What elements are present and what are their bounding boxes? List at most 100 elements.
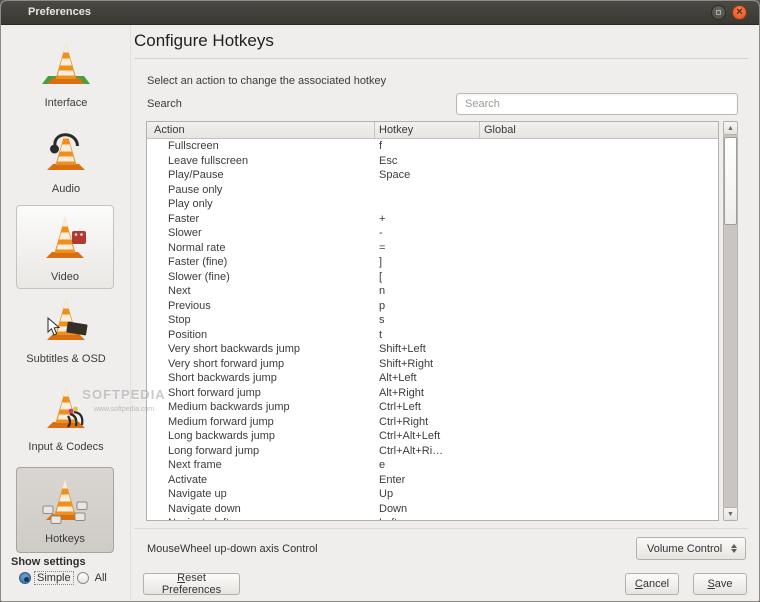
sidebar-item-label: Video <box>17 271 113 283</box>
table-row[interactable]: Next n <box>147 284 718 299</box>
table-row[interactable]: Activate Enter <box>147 473 718 488</box>
row-hotkey: [ <box>374 271 479 283</box>
row-hotkey: Enter <box>374 474 479 486</box>
row-action: Very short forward jump <box>147 358 374 370</box>
cancel-button[interactable]: Cancel <box>625 573 679 595</box>
table-row[interactable]: Next frame e <box>147 458 718 473</box>
close-button[interactable]: × <box>732 5 747 20</box>
sidebar-item-audio[interactable]: Audio <box>9 123 123 195</box>
table-row[interactable]: Pause only <box>147 183 718 198</box>
row-hotkey: Esc <box>374 155 479 167</box>
table-row[interactable]: Faster + <box>147 212 718 227</box>
radio-simple-icon <box>19 572 31 584</box>
sidebar: Interface <box>1 25 131 602</box>
row-hotkey: = <box>374 242 479 254</box>
row-hotkey: Ctrl+Alt+Ri… <box>374 445 479 457</box>
row-hotkey: s <box>374 314 479 326</box>
sidebar-item-interface[interactable]: Interface <box>9 37 123 109</box>
table-row[interactable]: Medium forward jump Ctrl+Right <box>147 415 718 430</box>
table-row[interactable]: Faster (fine) ] <box>147 255 718 270</box>
sidebar-item-input[interactable]: Input & Codecs <box>9 381 123 453</box>
reset-preferences-button[interactable]: Reset Preferences <box>143 573 240 595</box>
row-hotkey: n <box>374 285 479 297</box>
column-global[interactable]: Global <box>479 122 718 138</box>
sidebar-item-label: Input & Codecs <box>9 441 123 453</box>
table-row[interactable]: Play/Pause Space <box>147 168 718 183</box>
hotkeys-table: Action Hotkey Global Fullscreen f Leave … <box>146 121 719 521</box>
table-header[interactable]: Action Hotkey Global <box>147 122 718 139</box>
row-action: Leave fullscreen <box>147 155 374 167</box>
sidebar-item-label: Hotkeys <box>17 533 113 545</box>
row-action: Play only <box>147 198 374 210</box>
row-hotkey: Ctrl+Alt+Left <box>374 430 479 442</box>
row-action: Short forward jump <box>147 387 374 399</box>
row-hotkey: Alt+Right <box>374 387 479 399</box>
scroll-down-icon[interactable]: ▼ <box>723 507 738 521</box>
preferences-window: Preferences × <box>0 0 760 602</box>
close-icon: × <box>736 7 742 18</box>
table-row[interactable]: Long forward jump Ctrl+Alt+Ri… <box>147 444 718 459</box>
radio-all-icon <box>77 572 89 584</box>
column-action[interactable]: Action <box>147 122 374 138</box>
scroll-up-icon[interactable]: ▲ <box>723 121 738 135</box>
hotkeys-subtitle: Select an action to change the associate… <box>147 75 386 87</box>
radio-simple[interactable]: Simple <box>19 572 73 584</box>
radio-all[interactable]: All <box>77 572 109 584</box>
row-action: Activate <box>147 474 374 486</box>
maximize-button[interactable] <box>711 5 726 20</box>
scrollbar-track[interactable] <box>723 135 738 507</box>
sidebar-item-hotkeys[interactable]: Hotkeys <box>16 467 114 553</box>
table-row[interactable]: Long backwards jump Ctrl+Alt+Left <box>147 429 718 444</box>
table-row[interactable]: Leave fullscreen Esc <box>147 154 718 169</box>
table-scrollbar[interactable]: ▲ ▼ <box>723 121 738 521</box>
table-row[interactable]: Position t <box>147 328 718 343</box>
table-row[interactable]: Navigate down Down <box>147 502 718 517</box>
sidebar-item-subtitles[interactable]: Subtitles & OSD <box>9 293 123 365</box>
row-hotkey: Left <box>374 517 479 520</box>
sidebar-item-label: Audio <box>9 183 123 195</box>
bottom-divider <box>134 528 748 529</box>
table-row[interactable]: Stop s <box>147 313 718 328</box>
table-row[interactable]: Previous p <box>147 299 718 314</box>
table-row[interactable]: Play only <box>147 197 718 212</box>
vlc-cone-icon <box>40 76 92 93</box>
table-row[interactable]: Short forward jump Alt+Right <box>147 386 718 401</box>
show-settings-group: Show settings Simple All <box>11 556 129 584</box>
table-row[interactable]: Very short forward jump Shift+Right <box>147 357 718 372</box>
search-label: Search <box>147 98 182 110</box>
row-action: Normal rate <box>147 242 374 254</box>
row-action: Navigate left <box>147 517 374 520</box>
table-row[interactable]: Short backwards jump Alt+Left <box>147 371 718 386</box>
row-hotkey: Shift+Right <box>374 358 479 370</box>
row-hotkey: Up <box>374 488 479 500</box>
row-action: Faster <box>147 213 374 225</box>
titlebar[interactable]: Preferences × <box>1 1 759 25</box>
row-hotkey: t <box>374 329 479 341</box>
save-button[interactable]: Save <box>693 573 747 595</box>
mousewheel-dropdown[interactable]: Volume Control <box>636 537 746 560</box>
row-hotkey: Down <box>374 503 479 515</box>
row-action: Pause only <box>147 184 374 196</box>
row-hotkey: + <box>374 213 479 225</box>
row-action: Stop <box>147 314 374 326</box>
row-action: Next frame <box>147 459 374 471</box>
scrollbar-thumb[interactable] <box>724 137 737 225</box>
row-hotkey: f <box>374 140 479 152</box>
table-row[interactable]: Navigate up Up <box>147 487 718 502</box>
sidebar-item-video[interactable]: Video <box>16 205 114 289</box>
table-row[interactable]: Slower (fine) [ <box>147 270 718 285</box>
table-row[interactable]: Normal rate = <box>147 241 718 256</box>
table-row[interactable]: Fullscreen f <box>147 139 718 154</box>
row-action: Medium forward jump <box>147 416 374 428</box>
row-action: Long forward jump <box>147 445 374 457</box>
vlc-cone-icon <box>40 332 92 349</box>
row-action: Slower <box>147 227 374 239</box>
table-row[interactable]: Very short backwards jump Shift+Left <box>147 342 718 357</box>
dropdown-arrows-icon <box>731 544 737 553</box>
window-title: Preferences <box>28 6 91 18</box>
table-row[interactable]: Medium backwards jump Ctrl+Left <box>147 400 718 415</box>
search-input[interactable] <box>456 93 738 115</box>
table-row[interactable]: Navigate left Left <box>147 516 718 520</box>
column-hotkey[interactable]: Hotkey <box>374 122 479 138</box>
table-row[interactable]: Slower - <box>147 226 718 241</box>
